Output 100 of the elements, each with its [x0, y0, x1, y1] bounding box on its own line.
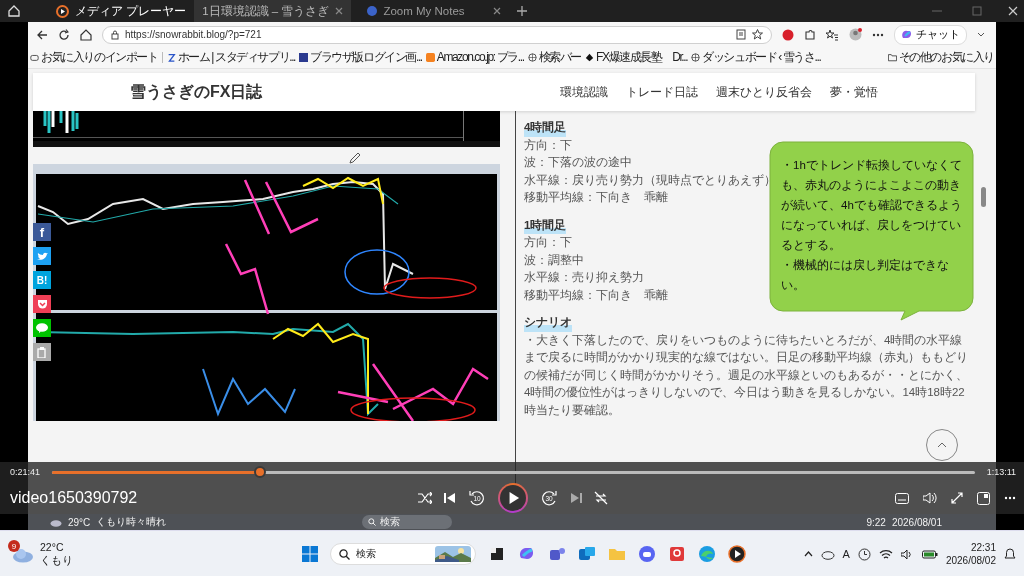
pocket-icon: [36, 299, 48, 309]
volume-icon[interactable]: [900, 548, 914, 560]
mini-player-icon[interactable]: [977, 491, 990, 505]
more-icon[interactable]: [1004, 496, 1016, 500]
battery-icon[interactable]: [921, 549, 938, 559]
subtitles-icon[interactable]: [895, 492, 909, 504]
weather-text: くもり時々晴れ: [96, 515, 167, 529]
clock-text: 22:31: [970, 541, 996, 554]
wave-icon[interactable]: [698, 545, 716, 563]
favorites-icon[interactable]: [826, 28, 839, 41]
square-icon: [299, 53, 308, 62]
elapsed-time: 0:21:41: [10, 467, 41, 477]
weather-text: くもり: [40, 554, 73, 567]
refresh-icon[interactable]: [58, 28, 70, 41]
browser-tab[interactable]: Zoom My Notes: [359, 0, 510, 22]
globe-icon: [691, 53, 701, 62]
mail-icon[interactable]: [578, 545, 596, 563]
section-heading: 4時間足: [524, 119, 567, 137]
chat-button[interactable]: チャット: [894, 24, 967, 45]
bookmark[interactable]: ダッシュボード ‹ 雪うさ...: [691, 49, 821, 66]
article-line: 移動平均線：下向き 乖離: [524, 287, 668, 303]
letter-shape-icon: [166, 53, 176, 62]
fullscreen-icon[interactable]: [951, 492, 963, 504]
play-button[interactable]: [498, 483, 528, 513]
home-icon[interactable]: [80, 28, 92, 41]
article-line: 方向：下: [524, 137, 572, 153]
play-logo-icon: [56, 4, 69, 18]
search-field[interactable]: 検索: [362, 515, 453, 529]
site-title[interactable]: 雪うさぎのFX日誌: [130, 81, 263, 103]
swirl-icon: [901, 29, 912, 40]
forward-ring-icon: [540, 489, 558, 507]
temperature-text: 29°C: [68, 516, 91, 528]
diamond-icon: [585, 53, 594, 62]
section-heading: シナリオ: [524, 314, 572, 332]
globe-icon: [527, 53, 537, 62]
circle-logo-icon[interactable]: [782, 28, 794, 41]
bookmark[interactable]: Amazon.co.jp: プラ...: [425, 49, 524, 66]
previous-icon[interactable]: [444, 492, 456, 504]
folder-icon: [887, 53, 897, 62]
bookmark[interactable]: その他のお気に入り: [887, 49, 994, 66]
section-heading: 1時間足: [524, 216, 567, 234]
bookmark[interactable]: 検索バー: [527, 49, 581, 66]
copy-icon: [37, 346, 47, 358]
date-text: 2026/08/02: [945, 554, 996, 567]
play-icon[interactable]: [728, 545, 746, 563]
nav-link[interactable]: 週末ひとり反省会: [716, 84, 812, 100]
plus-icon[interactable]: [517, 6, 528, 16]
bell-icon[interactable]: [1004, 548, 1016, 560]
progress-thumb[interactable]: [253, 465, 266, 478]
chevron-down-icon[interactable]: [977, 32, 985, 37]
speech-bubble-icon: [36, 323, 48, 333]
star-icon[interactable]: [752, 29, 763, 40]
twitter-share-button[interactable]: [33, 247, 51, 265]
next-icon[interactable]: [570, 492, 582, 504]
puzzle-icon[interactable]: [804, 28, 816, 41]
pencil-icon[interactable]: [349, 152, 361, 164]
nav-link[interactable]: 環境認識: [560, 84, 608, 100]
close-icon[interactable]: [1008, 6, 1018, 16]
callout-text: ・機械的には戻し判定はできない。: [781, 258, 950, 293]
facebook-share-button[interactable]: f: [33, 223, 51, 241]
article-line: 方向：下: [524, 235, 572, 250]
search-field[interactable]: 検索: [330, 543, 476, 565]
temperature-text: 22°C: [40, 541, 65, 554]
reader-icon[interactable]: [736, 29, 746, 40]
lock-icon: [111, 29, 119, 40]
people-icon[interactable]: [548, 545, 566, 563]
article-line: 移動平均線：下向き 乖離: [524, 190, 668, 205]
bookmark[interactable]: ブラウザ版ログイン画...: [299, 49, 422, 66]
chevron-up-icon[interactable]: [803, 551, 813, 557]
bird-icon: [36, 251, 48, 261]
cloud-icon: [12, 547, 34, 563]
app-title: メディア プレーヤー: [75, 3, 187, 19]
profile-icon[interactable]: [849, 28, 862, 41]
address-field[interactable]: https://snowrabbit.blog/?p=721: [102, 25, 772, 44]
browser-tab[interactable]: 1日環境認識 – 雪うさぎ: [194, 0, 352, 22]
notification-badge: 9: [8, 540, 20, 552]
scrollbar[interactable]: [981, 187, 986, 207]
more-icon[interactable]: [872, 32, 884, 37]
wifi-icon[interactable]: [878, 548, 893, 560]
search-icon: [339, 548, 350, 560]
volume-icon[interactable]: [923, 492, 937, 504]
pocket-share-button[interactable]: [33, 295, 51, 313]
window-icon[interactable]: [488, 545, 506, 563]
shuffle-icon[interactable]: [418, 492, 432, 504]
nav-link[interactable]: トレード日誌: [626, 84, 698, 100]
article-line: 水平線：戻り売り勢力（現時点でとりあえず）: [524, 172, 776, 189]
rewind-ring-icon: [468, 489, 486, 507]
close-icon[interactable]: [493, 7, 502, 15]
bookmark[interactable]: ホーム | スタディサプリ...: [166, 49, 295, 66]
nav-link[interactable]: 夢・覚悟: [830, 84, 878, 100]
total-time: 1:13:11: [986, 467, 1016, 477]
article-line: 波：下落の波の途中: [524, 155, 632, 170]
square-icon[interactable]: [668, 545, 686, 563]
bookmark[interactable]: FX爆速成長塾 Dr...: [585, 49, 688, 66]
input-mode-indicator[interactable]: A: [842, 548, 850, 560]
back-icon[interactable]: [36, 28, 48, 41]
clock-icon[interactable]: [857, 547, 871, 561]
repeat-off-icon[interactable]: [594, 491, 608, 505]
bookmark[interactable]: お気に入りのインポート: [30, 49, 158, 66]
circle-icon: [367, 6, 378, 16]
